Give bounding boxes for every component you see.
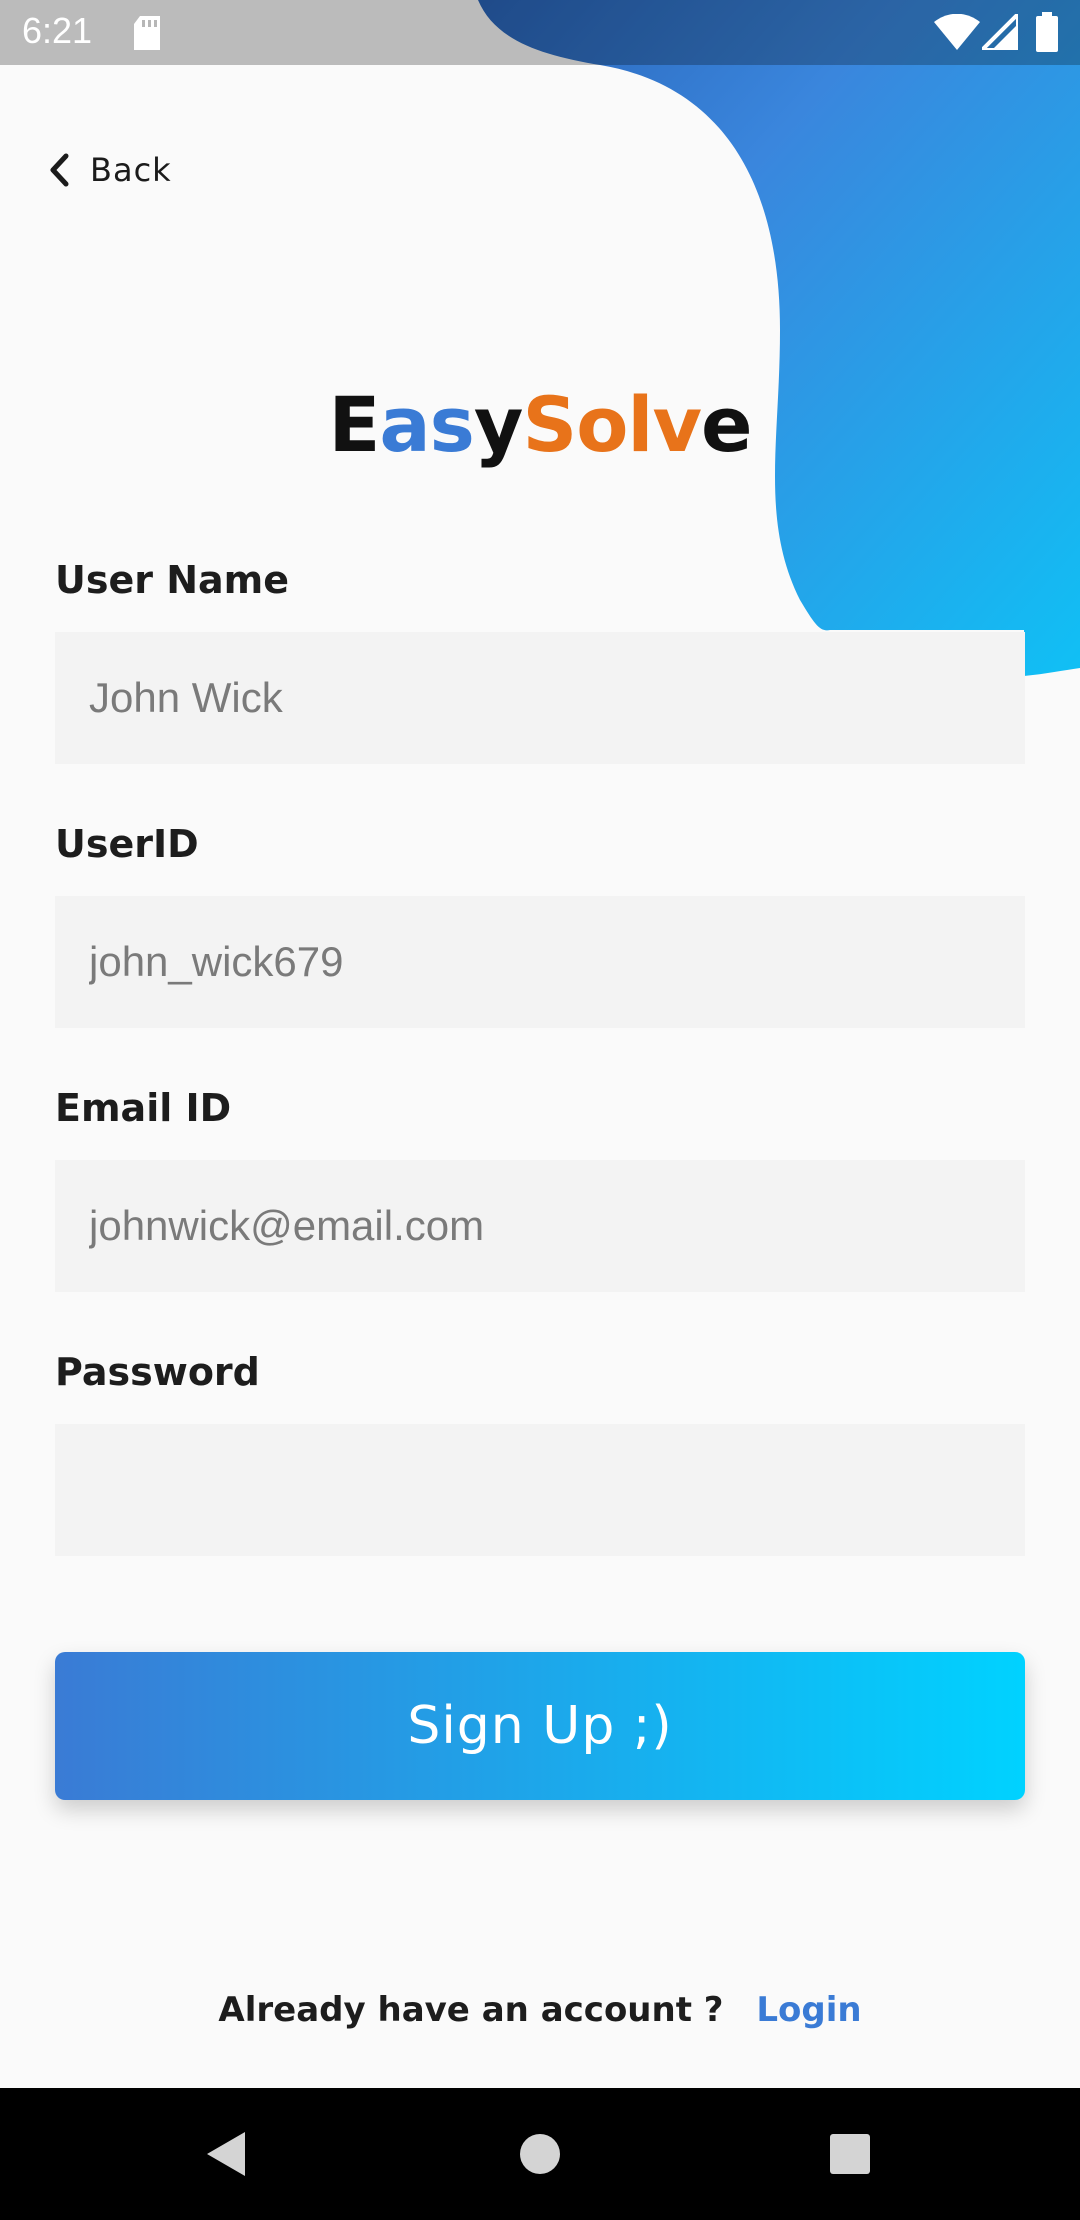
nav-recents-button[interactable] (780, 2088, 920, 2220)
chevron-left-icon (50, 153, 69, 187)
signup-screen: 6:21 Back EasySolve User Name UserID Ema… (0, 0, 1080, 2220)
app-logo: EasySolve (0, 380, 1080, 469)
user-name-label: User Name (55, 558, 290, 602)
logo-part: E (328, 380, 380, 469)
status-time: 6:21 (22, 10, 93, 51)
logo-part: y (473, 380, 524, 469)
navigation-bar (0, 2088, 1080, 2220)
email-label: Email ID (55, 1086, 232, 1130)
recents-square-icon (830, 2134, 870, 2174)
user-name-input[interactable] (55, 632, 1025, 764)
login-link[interactable]: Login (756, 1990, 861, 2030)
back-button[interactable]: Back (48, 148, 172, 192)
wifi-icon (934, 14, 980, 50)
user-id-label: UserID (55, 822, 199, 866)
nav-home-button[interactable] (470, 2088, 610, 2220)
logo-part: e (701, 380, 753, 469)
sd-card-icon (134, 16, 160, 50)
login-prompt-text: Already have an account ? (218, 1990, 724, 2030)
status-bar: 6:21 (0, 0, 1080, 65)
nav-back-button[interactable] (157, 2088, 297, 2220)
user-id-input[interactable] (55, 896, 1025, 1028)
back-label: Back (90, 151, 172, 189)
back-triangle-icon (207, 2132, 245, 2176)
password-label: Password (55, 1350, 260, 1394)
logo-part: ol (576, 380, 653, 469)
logo-part: S (522, 380, 577, 469)
logo-part: as (379, 380, 475, 469)
sign-up-button[interactable]: Sign Up ;) (55, 1652, 1025, 1800)
home-circle-icon (520, 2134, 560, 2174)
email-input[interactable] (55, 1160, 1025, 1292)
login-prompt: Already have an account ? Login (0, 1990, 1080, 2030)
password-input[interactable] (55, 1424, 1025, 1556)
cell-signal-icon (982, 14, 1018, 50)
battery-icon (1036, 12, 1058, 52)
logo-part: v (652, 380, 702, 469)
